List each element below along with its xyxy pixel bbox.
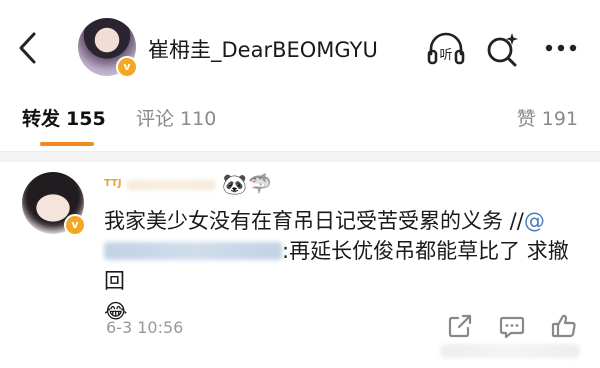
- listen-button[interactable]: 听: [426, 30, 466, 68]
- account-name[interactable]: 崔枏圭_DearBEOMGYU: [148, 34, 378, 64]
- tab-likes-label: 赞: [516, 108, 536, 130]
- search-button[interactable]: [484, 30, 520, 68]
- like-button[interactable]: [550, 312, 578, 340]
- listen-label: 听: [439, 48, 452, 63]
- verified-badge: v: [64, 214, 86, 236]
- redacted-mention[interactable]: [104, 242, 282, 260]
- verified-badge: v: [116, 56, 138, 78]
- tab-comments[interactable]: 评论 110: [136, 104, 216, 131]
- redacted-username: [126, 180, 216, 190]
- more-dots-icon: [545, 44, 577, 52]
- reply-button[interactable]: [498, 312, 526, 340]
- share-button[interactable]: [446, 312, 474, 340]
- shark-emoji: 🦈: [248, 173, 272, 195]
- more-button[interactable]: [544, 38, 578, 58]
- tab-bar: 转发 155 评论 110 赞 191: [0, 96, 600, 152]
- headphones-listen-icon: 听: [427, 32, 465, 65]
- tab-repost-count: 155: [66, 108, 106, 130]
- tab-likes[interactable]: 赞 191: [517, 104, 578, 131]
- section-divider: [0, 152, 600, 162]
- mention-link[interactable]: @: [524, 209, 545, 233]
- share-icon: [448, 314, 472, 338]
- tab-comments-count: 110: [180, 108, 217, 130]
- commenter-avatar[interactable]: v: [22, 172, 86, 236]
- commenter-name[interactable]: TTJ 🐼 🦈: [104, 172, 294, 198]
- comment-text-part1: 我家美少女没有在育吊日记受苦受累的义务 //: [104, 209, 524, 233]
- tab-likes-count: 191: [541, 108, 578, 130]
- comment-timestamp: 6-3 10:56: [106, 318, 184, 337]
- ai-search-icon: [487, 33, 518, 67]
- top-bar: v 崔枏圭_DearBEOMGYU 听: [0, 0, 600, 94]
- tab-comments-label: 评论: [136, 108, 175, 130]
- active-tab-indicator: [40, 142, 94, 146]
- back-button[interactable]: [14, 30, 42, 66]
- tab-repost-label: 转发: [22, 108, 61, 130]
- chevron-left-icon: [19, 32, 36, 64]
- tab-repost[interactable]: 转发 155: [22, 104, 106, 131]
- thumbs-up-icon: [551, 314, 576, 338]
- account-avatar[interactable]: v: [78, 18, 138, 78]
- watermark: [440, 344, 580, 358]
- comment-icon: [499, 316, 525, 339]
- user-level-tag: TTJ: [104, 178, 122, 189]
- comment-body: 我家美少女没有在育吊日记受苦受累的义务 //@:再延长优俊吊都能草比了 求撤回 😂: [104, 206, 580, 326]
- panda-emoji: 🐼: [222, 172, 247, 196]
